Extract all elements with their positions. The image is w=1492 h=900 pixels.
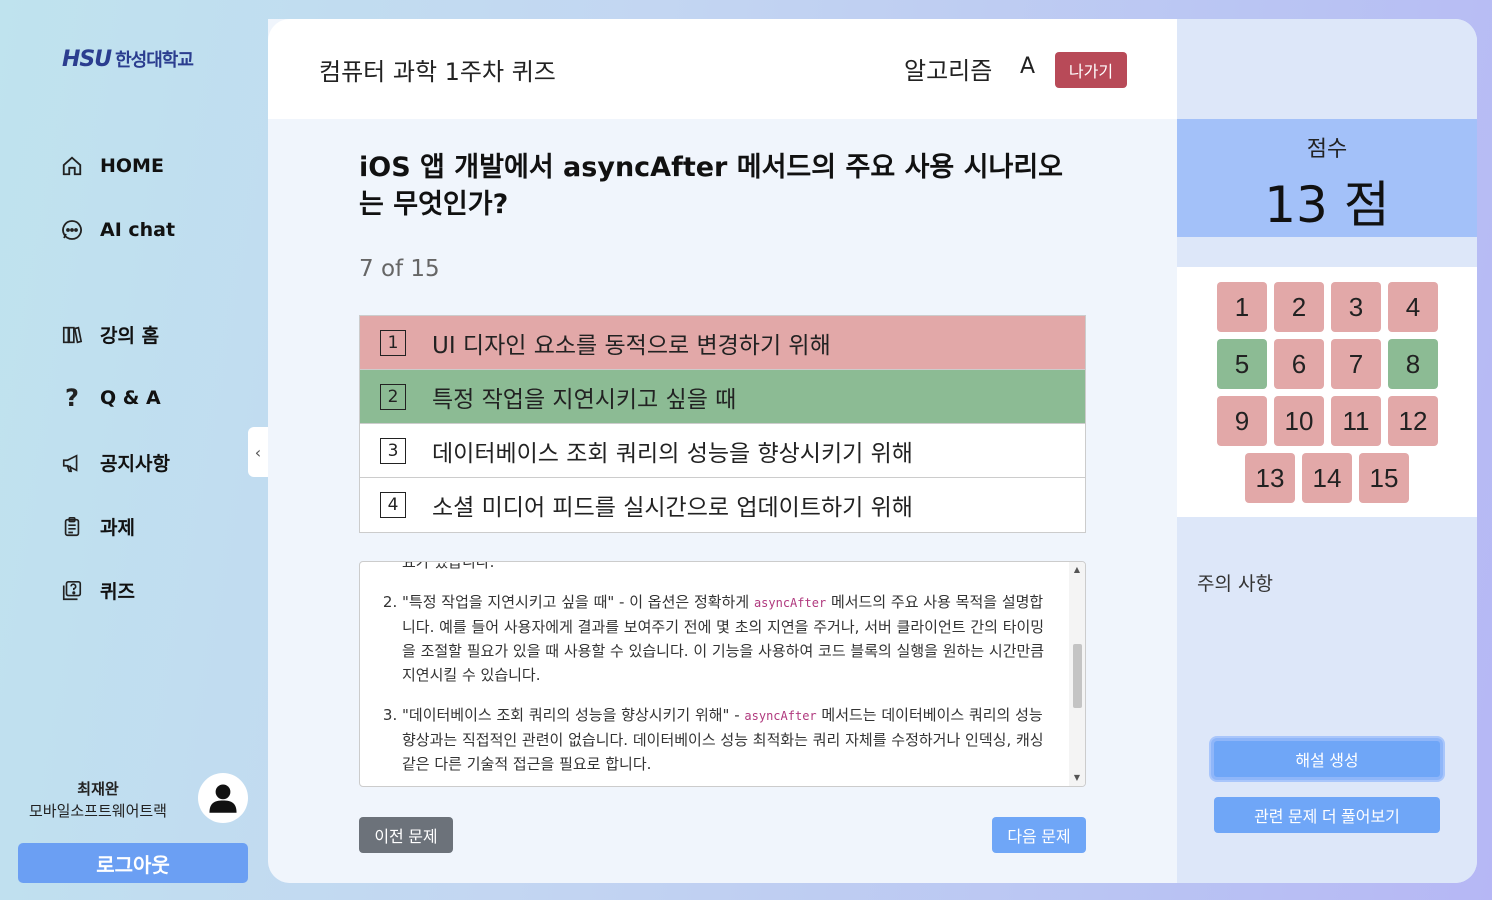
nav-course-home[interactable]: 강의 홈 [60, 321, 159, 348]
explanation-fragment: 요가 있습니다. [402, 561, 495, 571]
question-nav-12[interactable]: 12 [1388, 396, 1438, 446]
logo-text: 한성대학교 [115, 50, 194, 71]
option-number: 3 [380, 437, 406, 464]
exit-button[interactable]: 나가기 [1055, 52, 1127, 88]
university-logo[interactable]: HSU 한성대학교 [62, 46, 194, 72]
answer-options: 1 UI 디자인 요소를 동적으로 변경하기 위해 2 특정 작업을 지연시키고… [359, 315, 1086, 533]
clipboard-icon [60, 515, 84, 539]
nav-assignment-label: 과제 [100, 517, 135, 539]
question-nav-2[interactable]: 2 [1274, 282, 1324, 332]
answer-option-1[interactable]: 1 UI 디자인 요소를 동적으로 변경하기 위해 [360, 316, 1085, 370]
score-label: 점수 [1306, 137, 1348, 162]
notice-heading: 주의 사항 [1197, 573, 1273, 595]
sidebar: HSU 한성대학교 HOME AI chat 강의 홈 ? Q & A 공지사항… [0, 0, 268, 900]
question-nav-11[interactable]: 11 [1331, 396, 1381, 446]
question-nav-15[interactable]: 15 [1359, 453, 1409, 503]
option-number: 4 [380, 492, 406, 518]
prev-question-button[interactable]: 이전 문제 [359, 817, 453, 853]
score-value: 13 점 [1264, 176, 1390, 234]
option-text: 데이터베이스 조회 쿼리의 성능을 향상시키기 위해 [432, 440, 913, 467]
question-text: iOS 앱 개발에서 asyncAfter 메서드의 주요 사용 시나리오는 무… [359, 152, 1064, 220]
answer-option-2[interactable]: 2 특정 작업을 지연시키고 싶을 때 [360, 370, 1085, 424]
question-nav-8[interactable]: 8 [1388, 339, 1438, 389]
sidebar-collapse-button[interactable]: ‹ [248, 427, 268, 477]
nav-qna[interactable]: ? Q & A [60, 384, 161, 412]
quiz-icon [60, 579, 84, 603]
explanation-item-2: "특정 작업을 지연시키고 싶을 때" - 이 옵션은 정확하게 asyncAf… [402, 590, 1048, 687]
user-name: 최재완 [77, 780, 119, 798]
code-snippet: asyncAfter [744, 709, 817, 723]
logo-mark: HSU [62, 46, 112, 72]
chat-icon [60, 218, 84, 242]
question-nav-5[interactable]: 5 [1217, 339, 1267, 389]
explanation-item-3: "데이터베이스 조회 쿼리의 성능을 향상시키기 위해" - asyncAfte… [402, 703, 1048, 776]
home-icon [60, 154, 84, 178]
question-nav-7[interactable]: 7 [1331, 339, 1381, 389]
question-nav-14[interactable]: 14 [1302, 453, 1352, 503]
question-nav-6[interactable]: 6 [1274, 339, 1324, 389]
explanation-scrollbar[interactable]: ▲ ▼ [1069, 562, 1085, 786]
next-question-button[interactable]: 다음 문제 [992, 817, 1086, 853]
explanation-content: 요가 있습니다. "특정 작업을 지연시키고 싶을 때" - 이 옵션은 정확하… [360, 561, 1068, 786]
nav-qna-label: Q & A [100, 387, 161, 409]
scroll-down-arrow-icon[interactable]: ▼ [1071, 772, 1083, 784]
question-nav-3[interactable]: 3 [1331, 282, 1381, 332]
scrollbar-thumb[interactable] [1073, 644, 1082, 708]
explanation-box[interactable]: 요가 있습니다. "특정 작업을 지연시키고 싶을 때" - 이 옵션은 정확하… [359, 561, 1086, 787]
question-icon: ? [65, 384, 79, 412]
nav-home[interactable]: HOME [60, 154, 164, 178]
answer-option-3[interactable]: 3 데이터베이스 조회 쿼리의 성능을 향상시키기 위해 [360, 424, 1085, 478]
nav-ai-chat-label: AI chat [100, 219, 176, 241]
option-text: UI 디자인 요소를 동적으로 변경하기 위해 [432, 332, 831, 359]
nav-home-label: HOME [100, 155, 164, 177]
book-icon [60, 323, 84, 347]
score-box: 점수 13 점 [1177, 119, 1477, 237]
question-nav-10[interactable]: 10 [1274, 396, 1324, 446]
generate-explanation-button[interactable]: 해설 생성 [1211, 738, 1443, 780]
option-number: 1 [380, 329, 406, 356]
question-nav-13[interactable]: 13 [1245, 453, 1295, 503]
megaphone-icon [60, 451, 84, 475]
option-number: 2 [380, 383, 406, 410]
more-related-questions-button[interactable]: 관련 문제 더 풀어보기 [1214, 797, 1440, 833]
quiz-title: 컴퓨터 과학 1주차 퀴즈 [319, 58, 556, 86]
question-nav-9[interactable]: 9 [1217, 396, 1267, 446]
quiz-side-panel: 점수 13 점 1 2 3 4 5 6 7 8 9 10 11 12 13 14… [1177, 19, 1477, 883]
nav-notice[interactable]: 공지사항 [60, 449, 170, 476]
quiz-topic: 알고리즘 [904, 57, 993, 85]
quiz-header: 컴퓨터 과학 1주차 퀴즈 알고리즘 A 나가기 [268, 19, 1177, 119]
quiz-main-panel: 컴퓨터 과학 1주차 퀴즈 알고리즘 A 나가기 iOS 앱 개발에서 asyn… [268, 19, 1177, 883]
question-progress: 7 of 15 [359, 256, 440, 282]
nav-assignment[interactable]: 과제 [60, 513, 135, 540]
code-snippet: asyncAfter [753, 596, 827, 610]
quiz-card: 컴퓨터 과학 1주차 퀴즈 알고리즘 A 나가기 iOS 앱 개발에서 asyn… [268, 19, 1477, 883]
question-nav-1[interactable]: 1 [1217, 282, 1267, 332]
avatar[interactable] [198, 773, 248, 823]
option-text: 소셜 미디어 피드를 실시간으로 업데이트하기 위해 [432, 495, 913, 521]
logout-button[interactable]: 로그아웃 [18, 843, 248, 883]
question-grid: 1 2 3 4 5 6 7 8 9 10 11 12 13 14 15 [1177, 267, 1477, 517]
option-text: 특정 작업을 지연시키고 싶을 때 [432, 386, 737, 413]
nav-course-home-label: 강의 홈 [100, 325, 160, 347]
scroll-up-arrow-icon[interactable]: ▲ [1071, 564, 1083, 576]
question-nav-4[interactable]: 4 [1388, 282, 1438, 332]
nav-notice-label: 공지사항 [100, 453, 170, 475]
nav-ai-chat[interactable]: AI chat [60, 218, 175, 242]
quiz-grade: A [1020, 54, 1036, 79]
user-track: 모바일소프트웨어트랙 [28, 802, 167, 820]
nav-quiz[interactable]: 퀴즈 [60, 577, 135, 604]
chevron-left-icon: ‹ [254, 442, 262, 462]
answer-option-4[interactable]: 4 소셜 미디어 피드를 실시간으로 업데이트하기 위해 [360, 478, 1085, 532]
user-icon [209, 784, 237, 813]
nav-quiz-label: 퀴즈 [100, 581, 135, 603]
